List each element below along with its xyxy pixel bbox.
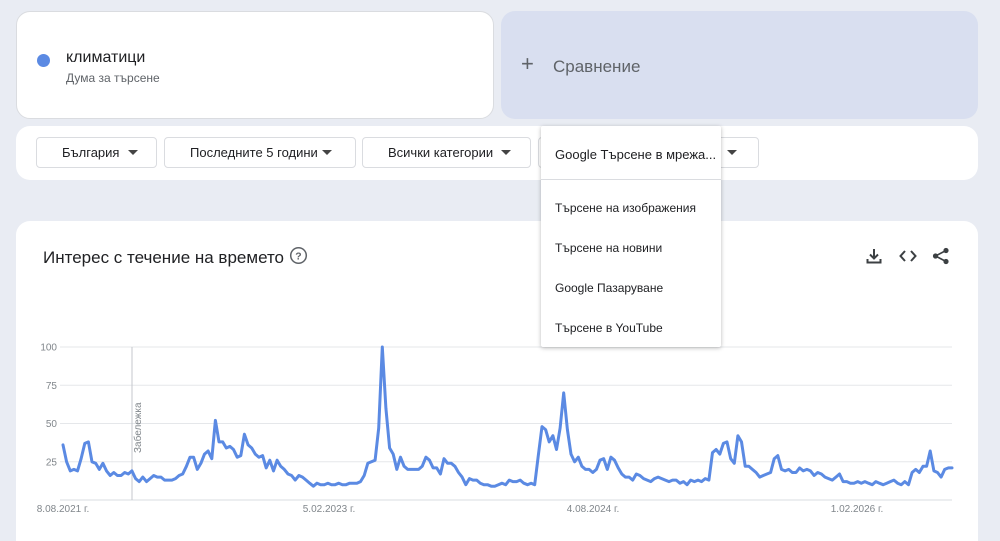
interest-line-chart: Забележка 100 75 50 25 8.08.2021 г. 5.02.202…	[37, 343, 954, 515]
x-tick-label: 5.02.2023 г.	[303, 504, 355, 515]
search-type-selected-option[interactable]: Google Търсене в мрежа...	[541, 126, 721, 180]
menu-item-youtube-search[interactable]: Търсене в YouTube	[555, 321, 663, 335]
series-line[interactable]	[61, 345, 954, 488]
y-tick-label: 100	[40, 343, 57, 354]
y-tick-label: 50	[46, 419, 58, 430]
search-type-menu: Google Търсене в мрежа... Търсене на изо…	[541, 126, 721, 347]
search-type-selected-label: Google Търсене в мрежа...	[555, 147, 717, 162]
annotation-label: Забележка	[132, 402, 144, 453]
y-tick-label: 75	[46, 381, 58, 392]
x-tick-label: 8.08.2021 г.	[37, 504, 89, 515]
menu-item-news-search[interactable]: Търсене на новини	[555, 241, 662, 255]
menu-item-google-shopping[interactable]: Google Пазаруване	[555, 281, 663, 295]
menu-item-image-search[interactable]: Търсене на изображения	[555, 201, 696, 215]
x-tick-label: 4.08.2024 г.	[567, 504, 619, 515]
x-tick-label: 1.02.2026 г.	[831, 504, 883, 515]
y-tick-label: 25	[46, 457, 58, 468]
